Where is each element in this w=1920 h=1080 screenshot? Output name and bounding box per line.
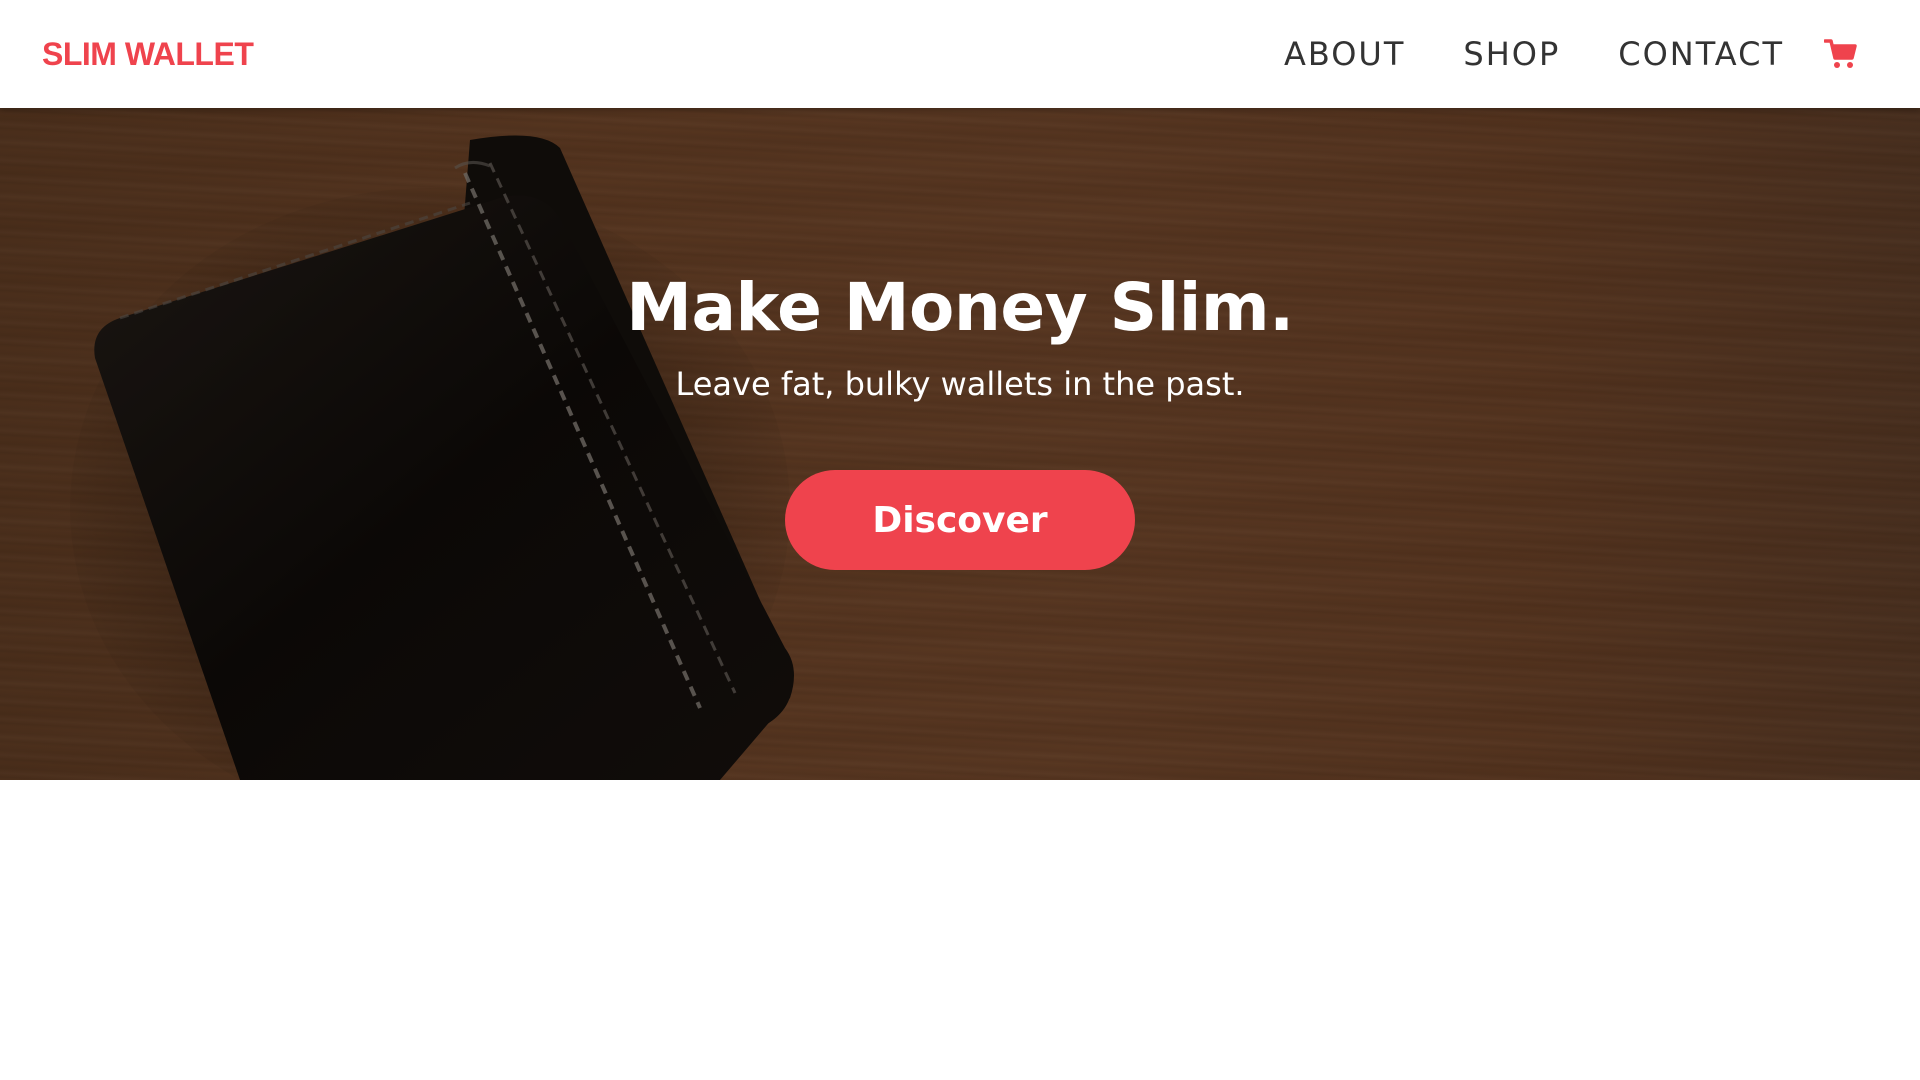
nav-link-about[interactable]: ABOUT [1284,34,1405,74]
hero-subtitle: Leave fat, bulky wallets in the past. [675,365,1245,403]
hero-title: Make Money Slim. [626,269,1294,346]
nav-links: ABOUT SHOP CONTACT [1284,34,1784,74]
navbar: SLIM WALLET ABOUT SHOP CONTACT [0,0,1920,108]
hero-content: Make Money Slim. Leave fat, bulky wallet… [0,108,1920,780]
nav-link-contact[interactable]: CONTACT [1618,34,1784,74]
nav-link-shop[interactable]: SHOP [1463,34,1560,74]
brand-logo[interactable]: SLIM WALLET [42,34,254,74]
hero-banner: Make Money Slim. Leave fat, bulky wallet… [0,108,1920,780]
discover-button[interactable]: Discover [785,470,1135,570]
shopping-cart-icon[interactable] [1823,38,1858,70]
